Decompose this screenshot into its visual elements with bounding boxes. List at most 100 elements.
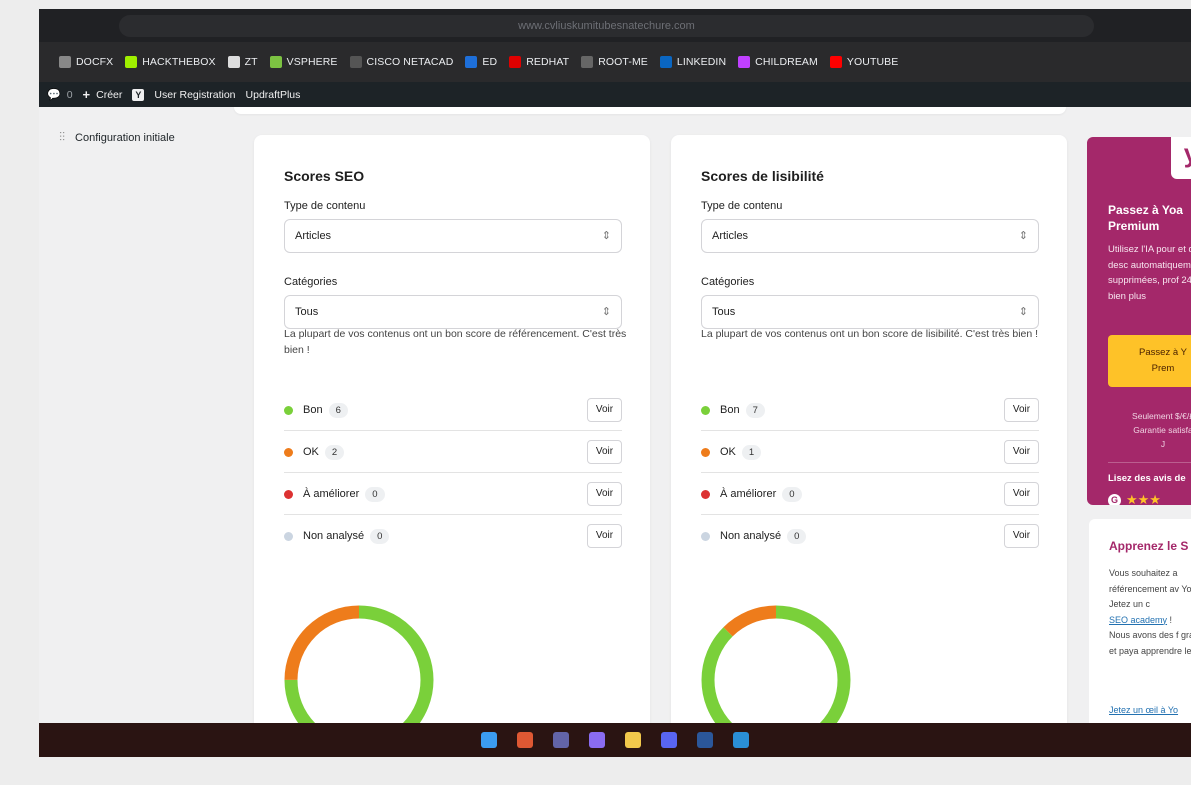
user-registration-menu[interactable]: User Registration — [154, 89, 235, 101]
address-bar[interactable]: www.cvliuskumitubesnatechure.com — [119, 15, 1094, 37]
upgrade-button-line2: Prem — [1151, 363, 1175, 374]
app-icon[interactable] — [589, 732, 605, 748]
rating-stars: ★★★ — [1126, 492, 1161, 505]
childream-icon — [738, 56, 751, 68]
discord-icon[interactable] — [661, 732, 677, 748]
bookmark-label: CISCO NETACAD — [366, 56, 454, 68]
view-button[interactable]: Voir — [1004, 524, 1039, 548]
bookmark-label: ROOT-ME — [598, 56, 648, 68]
word-icon[interactable] — [697, 732, 713, 748]
comments-button[interactable]: 💬 0 — [47, 88, 73, 102]
zt-icon — [227, 56, 240, 68]
categories-select[interactable]: Tous ⇕ — [701, 295, 1039, 329]
score-label: À améliorer — [303, 488, 360, 500]
view-button[interactable]: Voir — [587, 398, 622, 422]
content-type-label: Type de contenu — [701, 200, 783, 212]
score-row: OK 1 Voir — [701, 432, 1039, 473]
status-dot-icon — [701, 489, 710, 499]
bookmark-redhat[interactable]: REDHAT — [509, 56, 569, 68]
score-count-badge: 0 — [365, 486, 385, 502]
bookmark-zt[interactable]: ZT — [227, 56, 258, 68]
score-count-badge: 2 — [324, 444, 345, 460]
score-description: La plupart de vos contenus ont un bon sc… — [701, 328, 1039, 340]
view-button[interactable]: Voir — [587, 482, 622, 506]
status-dot-icon — [701, 531, 710, 541]
score-label: À améliorer — [720, 488, 777, 500]
file-explorer-icon[interactable] — [625, 732, 641, 748]
yoast-menu-button[interactable]: Y — [132, 88, 145, 101]
content-type-select[interactable]: Articles ⇕ — [284, 219, 622, 253]
google-icon: G — [1108, 494, 1121, 505]
score-row: À améliorer 0 Voir — [701, 474, 1039, 515]
academy-more-link[interactable]: Jetez un œil à Yo — [1109, 705, 1178, 715]
score-description: La plupart de vos contenus ont un bon sc… — [284, 328, 627, 356]
bookmark-label: ZT — [244, 56, 258, 68]
categories-label: Catégories — [284, 276, 338, 288]
status-dot-icon — [701, 405, 710, 415]
donut-svg — [284, 605, 434, 723]
updraftplus-menu[interactable]: UpdraftPlus — [246, 89, 301, 101]
browser-toolbar: ⊕ | ⌕ www.cvliuskumitubesnatechure.com — [39, 9, 1191, 42]
reviews-link[interactable]: Lisez des avis de — [1108, 473, 1186, 484]
upgrade-button-line1: Passez à Y — [1139, 347, 1187, 358]
bookmark-vsphere[interactable]: VSPHERE — [269, 56, 338, 68]
score-label: Non analysé — [720, 530, 782, 542]
upgrade-button[interactable]: Passez à Y Prem — [1108, 335, 1191, 387]
bookmark-label: DOCFX — [76, 56, 114, 68]
bookmark-youtube[interactable]: YOUTUBE — [829, 56, 899, 68]
promo-text: Utilisez l'IA pour et des méta desc auto… — [1108, 244, 1191, 302]
promo-title-line1: Passez à Yoa — [1108, 203, 1183, 217]
photo-icon[interactable] — [733, 732, 749, 748]
score-count-badge: 0 — [370, 528, 390, 544]
duckduckgo-icon[interactable] — [517, 732, 533, 748]
score-count-badge: 0 — [782, 486, 802, 502]
categories-value: Tous — [295, 306, 319, 318]
view-button[interactable]: Voir — [1004, 398, 1039, 422]
nav-item-configuration[interactable]: ⫶⫶ Configuration initiale — [59, 130, 175, 145]
academy-text: Vous souhaitez a référencement av Yoast … — [1109, 566, 1191, 659]
rating: G ★★★ — [1108, 492, 1161, 505]
bookmark-label: YOUTUBE — [846, 56, 899, 68]
bookmark-ed[interactable]: ED — [465, 56, 497, 68]
chevron-updown-icon: ⇕ — [1018, 306, 1028, 318]
chevron-updown-icon: ⇕ — [601, 306, 611, 318]
bookmarks-bar: DOCFX HACKTHEBOX ZT VSPHERE CISCO NETACAD ED R… — [39, 42, 1191, 82]
windows-taskbar — [39, 723, 1191, 757]
bookmark-childream[interactable]: CHILDREAM — [738, 56, 818, 68]
view-button[interactable]: Voir — [587, 524, 622, 548]
status-dot-icon — [284, 405, 293, 415]
price-info: Seulement $/€/£ Garantie satisfa J — [1108, 409, 1191, 451]
comment-icon: 💬 — [47, 89, 61, 101]
teams-icon[interactable] — [553, 732, 569, 748]
view-button[interactable]: Voir — [587, 440, 622, 464]
bookmark-root-me[interactable]: ROOT-ME — [581, 56, 648, 68]
rootme-icon — [581, 56, 594, 68]
bookmark-linkedin[interactable]: LINKEDIN — [659, 56, 726, 68]
score-label: Non analysé — [303, 530, 365, 542]
view-button[interactable]: Voir — [1004, 440, 1039, 464]
content-type-select[interactable]: Articles ⇕ — [701, 219, 1039, 253]
ed-icon — [465, 56, 478, 68]
nav-item-label: Configuration initiale — [75, 131, 175, 144]
categories-select[interactable]: Tous ⇕ — [284, 295, 622, 329]
bookmark-hackthebox[interactable]: HACKTHEBOX — [125, 56, 216, 68]
score-row: À améliorer 0 Voir — [284, 474, 622, 515]
plus-icon: + — [82, 87, 91, 102]
status-dot-icon — [701, 447, 710, 457]
cisco-icon — [349, 56, 362, 68]
card-title: Scores SEO — [284, 168, 365, 184]
bookmark-docfx[interactable]: DOCFX — [59, 56, 113, 68]
seo-academy-panel: Apprenez le S Vous souhaitez a référence… — [1089, 519, 1191, 723]
bookmark-cisco-netacad[interactable]: CISCO NETACAD — [349, 56, 454, 68]
windows-start-icon[interactable] — [481, 732, 497, 748]
seo-academy-link[interactable]: SEO academy — [1109, 615, 1167, 625]
status-dot-icon — [284, 447, 293, 457]
redhat-icon — [509, 56, 522, 68]
promo-title: Passez à Yoa Premium — [1108, 202, 1191, 234]
create-button[interactable]: + Créer — [83, 87, 123, 102]
yoast-icon: Y — [132, 88, 145, 101]
view-button[interactable]: Voir — [1004, 482, 1039, 506]
premium-promo-panel: y Passez à Yoa Premium Utilisez l'IA pou… — [1087, 137, 1191, 505]
score-count-badge: 7 — [745, 402, 765, 418]
wp-content: ⫶⫶ Configuration initiale Scores SEO Typ… — [39, 107, 1191, 723]
